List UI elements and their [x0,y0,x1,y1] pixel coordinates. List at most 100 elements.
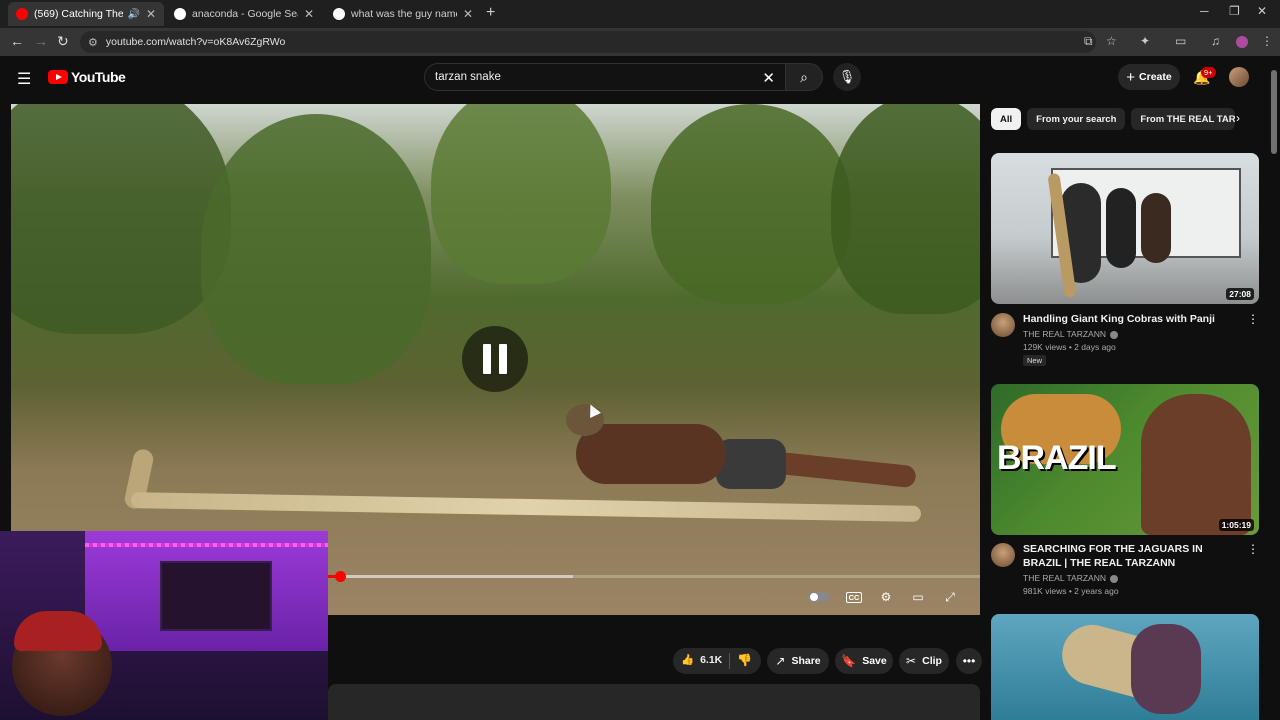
autoplay-toggle[interactable] [806,588,838,606]
like-button[interactable]: 👍 6.1K [681,653,723,667]
palm-tree [431,104,611,284]
browser-tab-google-2[interactable]: what was the guy name that go ✕ [325,2,481,26]
channel-name-text: THE REAL TARZANN [1023,573,1106,583]
url-text: youtube.com/watch?v=oK8Av6ZgRWo [105,36,286,48]
browser-tab-youtube[interactable]: (569) Catching The Worlds 🔊 ✕ [8,2,164,26]
close-tab-icon[interactable]: ✕ [463,7,473,21]
webcam-person-cap [14,611,102,651]
description-box[interactable] [328,684,980,720]
thumbs-up-icon: 👍 [681,654,695,666]
pause-button[interactable] [462,326,528,392]
share-button[interactable]: ↗ Share [767,648,829,674]
palm-tree [651,104,851,304]
like-count: 6.1K [700,653,723,666]
video-title[interactable]: Handling Giant King Cobras with Panji [1023,312,1243,326]
video-thumbnail[interactable]: 27:08 [991,153,1259,304]
browser-tab-strip: (569) Catching The Worlds 🔊 ✕ anaconda -… [0,0,1280,28]
notification-badge: 9+ [1201,67,1216,78]
related-video-1[interactable]: 27:08 Handling Giant King Cobras with Pa… [991,153,1259,366]
voice-search-button[interactable]: 🎙 [833,63,861,91]
theater-icon: ▭ [912,590,924,604]
media-control-icon[interactable]: ♫ [1211,34,1220,48]
more-vertical-icon[interactable]: ⋮ [1247,542,1259,556]
verified-icon [1109,330,1118,339]
close-window-icon[interactable]: ✕ [1257,4,1267,18]
pause-icon [483,344,491,374]
channel-avatar[interactable] [991,313,1015,337]
youtube-play-icon [48,70,68,84]
url-field[interactable]: ⚙ youtube.com/watch?v=oK8Av6ZgRWo [80,31,1096,53]
search-button[interactable]: ⌕ [785,63,823,91]
youtube-logo[interactable]: YouTube [48,69,126,85]
video-title[interactable]: SEARCHING FOR THE JAGUARS IN BRAZIL | TH… [1023,542,1243,570]
account-avatar[interactable] [1229,67,1249,87]
subtitles-button[interactable]: CC [838,588,870,606]
close-tab-icon[interactable]: ✕ [146,7,156,21]
extensions-icon[interactable]: ✦ [1140,34,1150,48]
address-bar-row: ← → ↻ ⚙ youtube.com/watch?v=oK8Av6ZgRWo … [0,28,1280,56]
channel-name[interactable]: THE REAL TARZANN [1023,572,1118,585]
new-tab-icon[interactable]: + [486,4,495,22]
menu-icon[interactable]: ☰ [17,69,31,89]
gear-icon: ⚙ [880,590,892,604]
back-icon[interactable]: ← [10,33,24,49]
clip-button[interactable]: ✂ Clip [899,648,949,674]
divider [729,653,730,669]
search-input[interactable]: tarzan snake ✕ [424,63,786,91]
channel-avatar[interactable] [991,543,1015,567]
install-app-icon[interactable]: ⧉ [1084,34,1093,49]
browser-menu-icon[interactable]: ⋮ [1261,34,1273,48]
site-info-icon[interactable]: ⚙ [88,36,98,49]
save-button[interactable]: 🔖 Save [835,648,893,674]
forward-icon[interactable]: → [34,33,48,49]
settings-button[interactable]: ⚙ [870,588,902,606]
related-video-2[interactable]: BRAZIL 1:05:19 SEARCHING FOR THE JAGUARS… [991,384,1259,596]
player-controls: CC ⚙ ▭ ⤢ [806,588,966,606]
minimize-icon[interactable]: ─ [1200,4,1209,18]
create-button[interactable]: + Create [1118,64,1180,90]
palm-tree [201,114,431,384]
video-stats: 981K views • 2 years ago [1023,586,1119,596]
browser-tab-google[interactable]: anaconda - Google Search ✕ [166,2,322,26]
video-thumbnail[interactable]: BRAZIL 1:05:19 [991,384,1259,535]
more-vertical-icon[interactable]: ⋮ [1247,312,1259,326]
plus-icon: + [1126,68,1136,86]
youtube-header: ☰ YouTube tarzan snake ✕ ⌕ 🎙 + Create 🔔 … [0,56,1280,100]
chip-all[interactable]: All [991,108,1022,130]
bookmark-icon: 🔖 [841,654,857,668]
speaker-icon[interactable]: 🔊 [127,9,139,20]
tab-title: (569) Catching The Worlds [34,8,124,20]
man-lying-on-ground [566,404,917,494]
snake-body [130,492,922,522]
pause-icon [499,344,507,374]
fullscreen-button[interactable]: ⤢ [934,588,966,606]
video-duration: 27:08 [1226,288,1254,300]
thumb-diver [1131,624,1201,714]
clip-label: Clip [922,655,942,667]
more-horizontal-icon: ••• [962,654,976,668]
chip-from-your-search[interactable]: From your search [1027,108,1126,130]
chevron-right-icon[interactable]: › [1236,111,1240,125]
autoplay-icon [808,592,830,602]
profile-avatar-icon[interactable] [1236,36,1248,48]
channel-name[interactable]: THE REAL TARZANN [1023,328,1118,341]
reload-icon[interactable]: ↻ [57,33,69,50]
more-actions-button[interactable]: ••• [956,648,982,674]
thumbs-down-icon: 👎 [737,653,752,667]
thumb-person [1141,193,1171,263]
palm-tree [11,104,231,334]
chip-from-channel[interactable]: From THE REAL TARZA [1131,108,1236,130]
close-tab-icon[interactable]: ✕ [304,7,314,21]
tab-title: what was the guy name that go [351,8,457,20]
related-video-3[interactable] [991,614,1259,720]
video-thumbnail[interactable] [991,614,1259,720]
restore-icon[interactable]: ❐ [1229,4,1240,18]
scrubber-handle[interactable] [335,571,347,582]
clear-search-icon[interactable]: ✕ [762,69,775,87]
page-scrollbar[interactable] [1271,70,1277,154]
google-favicon-icon [333,8,345,20]
theater-mode-button[interactable]: ▭ [902,588,934,606]
bookmark-star-icon[interactable]: ☆ [1106,34,1117,48]
dislike-button[interactable]: 👎 [737,653,752,667]
cast-icon[interactable]: ▭ [1175,34,1186,48]
